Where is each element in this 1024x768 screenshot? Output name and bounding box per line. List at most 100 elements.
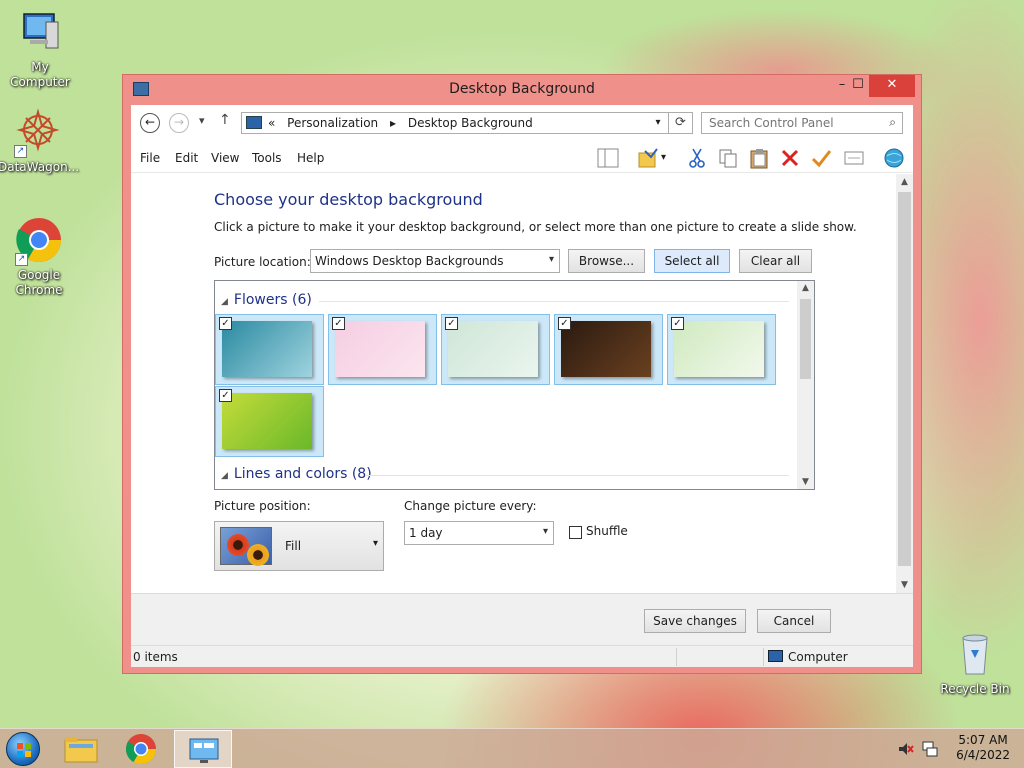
email-icon[interactable]: [843, 147, 865, 169]
menu-view[interactable]: View: [211, 151, 239, 165]
group-title: Flowers (6): [233, 292, 312, 308]
layout-icon[interactable]: [597, 147, 619, 169]
taskbar-google-chrome[interactable]: [112, 730, 170, 768]
browse-button[interactable]: Browse...: [568, 249, 645, 273]
wallpaper-image: [561, 321, 651, 377]
search-icon[interactable]: ⌕: [889, 115, 896, 130]
position-preview-image: [220, 527, 272, 566]
start-button[interactable]: [6, 732, 40, 766]
scroll-up-icon[interactable]: ▲: [896, 177, 913, 187]
wallpaper-thumbnail[interactable]: ✓: [215, 386, 324, 457]
checkmark-icon[interactable]: [810, 147, 832, 169]
thumbnail-checkbox[interactable]: ✓: [671, 317, 684, 330]
desktop-icon-google-chrome[interactable]: ↗ Google Chrome: [0, 216, 79, 298]
volume-muted-icon[interactable]: [898, 741, 914, 757]
taskbar-file-explorer[interactable]: [52, 730, 110, 768]
group-header-lines-and-colors[interactable]: ◢ Lines and colors (8): [221, 466, 372, 482]
up-button[interactable]: ↑: [219, 112, 231, 128]
wallpaper-thumbnail[interactable]: ✓: [441, 314, 550, 385]
save-changes-button[interactable]: Save changes: [644, 609, 746, 633]
windows-logo-icon: [17, 743, 31, 757]
status-item-count: 0 items: [133, 650, 178, 664]
menu-edit[interactable]: Edit: [175, 151, 198, 165]
collapse-triangle-icon: ◢: [221, 471, 228, 481]
wallpaper-thumbnail[interactable]: ✓: [667, 314, 776, 385]
flower-image: [247, 544, 269, 566]
scrollbar-thumb[interactable]: [800, 299, 811, 379]
wallpaper-thumbnail[interactable]: ✓: [554, 314, 663, 385]
breadcrumb-personalization[interactable]: Personalization: [287, 116, 378, 130]
thumbnail-checkbox[interactable]: ✓: [332, 317, 345, 330]
chevron-down-icon: ▾: [548, 254, 554, 265]
menu-help[interactable]: Help: [297, 151, 324, 165]
group-header-flowers[interactable]: ◢ Flowers (6): [221, 292, 312, 308]
copy-icon[interactable]: [717, 147, 739, 169]
address-dropdown-button[interactable]: ▾: [648, 113, 668, 133]
breadcrumb-desktop-background[interactable]: Desktop Background: [408, 116, 533, 130]
picture-location-select[interactable]: Windows Desktop Backgrounds ▾: [310, 249, 560, 273]
desktop-icon-label: Recycle Bin: [940, 682, 1010, 696]
wallpaper-image: [222, 393, 312, 449]
refresh-button[interactable]: ⟳: [669, 112, 693, 134]
change-picture-label: Change picture every:: [404, 499, 537, 513]
scroll-up-icon[interactable]: ▲: [797, 283, 814, 293]
recent-locations-dropdown[interactable]: ▾: [199, 114, 205, 127]
title-bar[interactable]: Desktop Background – ☐ ✕: [123, 75, 921, 103]
thumbnail-checkbox[interactable]: ✓: [219, 389, 232, 402]
page-scrollbar[interactable]: ▲ ▼: [896, 174, 913, 593]
window-title: Desktop Background: [449, 81, 595, 97]
status-location: Computer: [788, 650, 848, 664]
chrome-icon: ↗: [15, 216, 63, 266]
cancel-button[interactable]: Cancel: [757, 609, 831, 633]
gallery-scrollbar[interactable]: ▲ ▼: [797, 281, 814, 489]
folder-properties-icon[interactable]: [637, 147, 659, 169]
desktop-background-window: Desktop Background – ☐ ✕ ← → ▾ ↑ « Perso…: [122, 74, 922, 674]
scroll-down-icon[interactable]: ▼: [797, 477, 814, 487]
shuffle-checkbox[interactable]: [569, 526, 582, 539]
status-separator: [763, 648, 764, 666]
system-clock[interactable]: 5:07 AM 6/4/2022: [956, 733, 1010, 763]
desktop-icon-my-computer[interactable]: My Computer: [0, 8, 80, 90]
forward-button[interactable]: →: [169, 113, 189, 133]
wallpaper-thumbnail[interactable]: ✓: [328, 314, 437, 385]
thumbnail-checkbox[interactable]: ✓: [445, 317, 458, 330]
address-bar[interactable]: « Personalization ▸ Desktop Background ▾: [241, 112, 669, 134]
search-box[interactable]: ⌕: [701, 112, 903, 134]
taskbar-control-panel[interactable]: [174, 730, 232, 768]
clock-time: 5:07 AM: [958, 733, 1008, 747]
globe-icon[interactable]: [883, 147, 905, 169]
clear-all-button[interactable]: Clear all: [739, 249, 812, 273]
wallpaper-image: [335, 321, 425, 377]
menu-file[interactable]: File: [140, 151, 160, 165]
select-all-button[interactable]: Select all: [654, 249, 730, 273]
picture-gallery[interactable]: ◢ Flowers (6) ✓ ✓ ✓ ✓ ✓ ✓ ◢ Lines and colors (8…: [214, 280, 815, 490]
scroll-down-icon[interactable]: ▼: [896, 580, 913, 590]
desktop-icon-recycle-bin[interactable]: Recycle Bin: [935, 630, 1015, 697]
back-button[interactable]: ←: [140, 113, 160, 133]
network-icon[interactable]: [922, 741, 938, 757]
thumbnail-checkbox[interactable]: ✓: [219, 317, 232, 330]
main-content: Choose your desktop background Click a p…: [131, 174, 913, 593]
group-divider: [319, 301, 789, 302]
desktop-icon-label: My Computer: [10, 60, 70, 89]
scrollbar-thumb[interactable]: [898, 192, 911, 566]
search-input[interactable]: [702, 113, 872, 133]
breadcrumb-separator-icon[interactable]: ▸: [390, 116, 396, 130]
change-picture-interval-select[interactable]: 1 day ▾: [404, 521, 554, 545]
shuffle-label: Shuffle: [586, 524, 628, 538]
thumbnail-checkbox[interactable]: ✓: [558, 317, 571, 330]
paste-icon[interactable]: [748, 147, 770, 169]
close-button[interactable]: ✕: [869, 75, 915, 97]
wallpaper-thumbnail[interactable]: ✓: [215, 314, 324, 385]
window-client-area: ← → ▾ ↑ « Personalization ▸ Desktop Back…: [131, 105, 913, 667]
flower-image: [227, 534, 249, 556]
address-row: ← → ▾ ↑ « Personalization ▸ Desktop Back…: [131, 105, 913, 141]
cut-icon[interactable]: [686, 147, 708, 169]
desktop-icon-label: DataWagon...: [0, 160, 80, 174]
breadcrumb-overflow[interactable]: «: [268, 116, 275, 130]
desktop-icon-datawagon[interactable]: ↗ DataWagon...: [0, 108, 80, 175]
picture-position-select[interactable]: Fill ▾: [214, 521, 384, 571]
delete-icon[interactable]: [779, 147, 801, 169]
menu-tools[interactable]: Tools: [252, 151, 282, 165]
toolbar-dropdown-icon[interactable]: ▾: [661, 147, 673, 169]
